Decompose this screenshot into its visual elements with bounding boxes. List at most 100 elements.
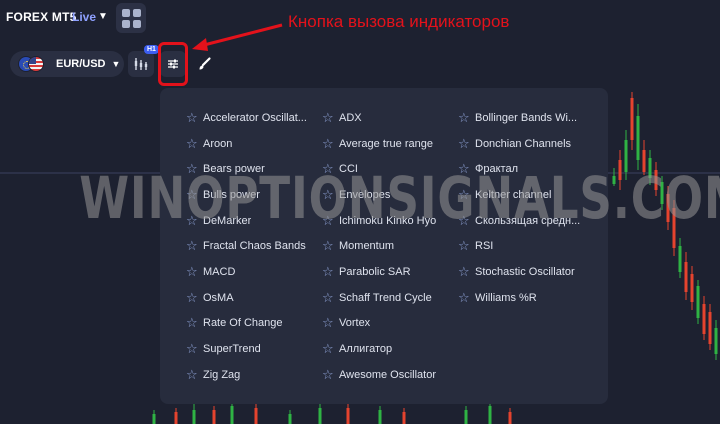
star-icon[interactable]: ☆ [322, 136, 339, 152]
indicator-label: MACD [203, 265, 236, 278]
star-icon[interactable]: ☆ [186, 341, 203, 357]
candle-body [346, 408, 350, 424]
indicator-item[interactable]: ☆ Rate Of Change [186, 311, 322, 337]
star-icon[interactable]: ☆ [458, 238, 475, 254]
star-icon[interactable]: ☆ [322, 110, 339, 126]
currency-pair-label: EUR/USD [56, 58, 106, 70]
account-title[interactable]: FOREX MT5 [6, 10, 76, 24]
star-icon[interactable]: ☆ [458, 213, 475, 229]
indicator-item[interactable]: ☆ Скользящая средн... [458, 208, 594, 234]
star-icon[interactable]: ☆ [322, 238, 339, 254]
grid-icon[interactable] [116, 3, 146, 33]
indicator-label: Zig Zag [203, 368, 241, 381]
indicator-item[interactable]: ☆ Ichimoku Kinko Hyo [322, 208, 458, 234]
candle-body [624, 140, 628, 172]
star-icon[interactable]: ☆ [322, 315, 339, 331]
candle-body [708, 312, 712, 344]
indicator-item[interactable]: ☆ Donchian Channels [458, 131, 594, 157]
star-icon[interactable]: ☆ [458, 187, 475, 203]
candle-body [488, 406, 492, 424]
indicator-label: Скользящая средн... [475, 214, 581, 227]
indicator-item[interactable]: ☆ Zig Zag [186, 362, 322, 388]
star-icon[interactable]: ☆ [458, 110, 475, 126]
indicator-item[interactable]: ☆ OsMA [186, 285, 322, 311]
candle-body [174, 412, 178, 424]
indicator-item[interactable]: ☆ Bulls power [186, 182, 322, 208]
indicator-item[interactable]: ☆ SuperTrend [186, 336, 322, 362]
indicator-item[interactable]: ☆ Фрактал [458, 156, 594, 182]
star-icon[interactable]: ☆ [458, 264, 475, 280]
drawing-tools-button[interactable] [191, 51, 217, 77]
indicator-item[interactable]: ☆ Keltner channel [458, 182, 594, 208]
indicator-item[interactable]: ☆ Bollinger Bands Wi... [458, 105, 594, 131]
indicator-item[interactable]: ☆ Accelerator Oscillat... [186, 105, 322, 131]
candle-body [378, 410, 382, 424]
indicator-label: Аллигатор [339, 343, 393, 356]
candle-body [288, 414, 292, 424]
chart-type-button[interactable] [128, 51, 154, 77]
indicator-label: CCI [339, 163, 358, 176]
candle-body [648, 158, 652, 178]
indicator-item[interactable]: ☆ Average true range [322, 131, 458, 157]
star-icon[interactable]: ☆ [186, 187, 203, 203]
indicator-item[interactable]: ☆ Vortex [322, 311, 458, 337]
star-icon[interactable]: ☆ [322, 213, 339, 229]
live-badge[interactable]: Live [72, 10, 96, 24]
star-icon[interactable]: ☆ [186, 136, 203, 152]
candle-body [630, 98, 634, 140]
indicator-item[interactable]: ☆ Williams %R [458, 285, 594, 311]
indicator-label: Average true range [339, 137, 433, 150]
star-icon[interactable]: ☆ [186, 367, 203, 383]
candle-body [684, 262, 688, 292]
indicator-item[interactable]: ☆ Stochastic Oscillator [458, 259, 594, 285]
indicator-item[interactable]: ☆ Envelopes [322, 182, 458, 208]
candle-body [618, 160, 622, 180]
star-icon[interactable]: ☆ [322, 341, 339, 357]
candles-icon [134, 58, 148, 70]
indicator-item[interactable]: ☆ Fractal Chaos Bands [186, 233, 322, 259]
candle-body [690, 274, 694, 302]
star-icon[interactable]: ☆ [186, 264, 203, 280]
star-icon[interactable]: ☆ [322, 187, 339, 203]
indicator-label: DeMarker [203, 214, 252, 227]
indicators-button[interactable] [160, 51, 186, 77]
timeframe-badge[interactable]: H1 [144, 45, 159, 54]
indicator-label: Vortex [339, 317, 371, 330]
star-icon[interactable]: ☆ [186, 238, 203, 254]
indicator-item[interactable]: ☆ Aroon [186, 131, 322, 157]
star-icon[interactable]: ☆ [186, 161, 203, 177]
indicator-item[interactable]: ☆ CCI [322, 156, 458, 182]
indicator-label: Accelerator Oscillat... [203, 111, 307, 124]
indicator-item[interactable]: ☆ RSI [458, 233, 594, 259]
indicator-item[interactable]: ☆ MACD [186, 259, 322, 285]
candle-body [654, 170, 658, 190]
indicator-item[interactable]: ☆ Bears power [186, 156, 322, 182]
indicator-item[interactable]: ☆ Momentum [322, 233, 458, 259]
star-icon[interactable]: ☆ [322, 161, 339, 177]
annotation-label: Кнопка вызова индикаторов [288, 12, 510, 31]
star-icon[interactable]: ☆ [186, 110, 203, 126]
candle-body [612, 176, 616, 184]
indicator-label: Schaff Trend Cycle [339, 291, 432, 304]
indicator-item[interactable]: ☆ ADX [322, 105, 458, 131]
candle-body [702, 304, 706, 334]
star-icon[interactable]: ☆ [322, 264, 339, 280]
chevron-down-icon[interactable]: ▼ [98, 11, 108, 22]
star-icon[interactable]: ☆ [186, 213, 203, 229]
indicator-label: Aroon [203, 137, 233, 150]
currency-pair-selector[interactable]: EUR/USD ▼ [10, 51, 124, 77]
star-icon[interactable]: ☆ [322, 367, 339, 383]
indicator-item[interactable]: ☆ Аллигатор [322, 336, 458, 362]
star-icon[interactable]: ☆ [186, 290, 203, 306]
star-icon[interactable]: ☆ [458, 290, 475, 306]
indicator-item[interactable]: ☆ Parabolic SAR [322, 259, 458, 285]
star-icon[interactable]: ☆ [458, 136, 475, 152]
candle-body [666, 194, 670, 222]
star-icon[interactable]: ☆ [458, 161, 475, 177]
indicator-item[interactable]: ☆ Schaff Trend Cycle [322, 285, 458, 311]
indicator-item[interactable]: ☆ Awesome Oscillator [322, 362, 458, 388]
indicator-label: Bollinger Bands Wi... [475, 111, 578, 124]
star-icon[interactable]: ☆ [186, 315, 203, 331]
indicator-item[interactable]: ☆ DeMarker [186, 208, 322, 234]
star-icon[interactable]: ☆ [322, 290, 339, 306]
